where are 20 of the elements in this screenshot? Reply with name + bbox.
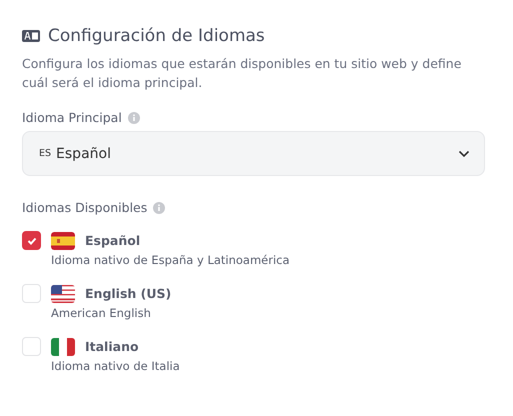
info-icon	[128, 112, 140, 124]
language-description: Idioma nativo de España y Latinoamérica	[51, 253, 291, 267]
chevron-down-icon	[458, 150, 470, 158]
section-title: Configuración de Idiomas	[48, 26, 265, 46]
field-label: Idiomas Disponibles	[22, 200, 148, 215]
language-select[interactable]: ES Español	[22, 131, 485, 176]
info-icon	[153, 202, 166, 214]
language-name: English (US)	[85, 286, 172, 301]
flag-icon	[51, 232, 75, 250]
language-name: Italiano	[85, 339, 140, 354]
flag-icon	[51, 284, 75, 302]
language-description: American English	[51, 306, 152, 320]
flag-icon	[51, 338, 75, 356]
section-description: Configura los idiomas que estarán disponibles en tu sitio web y define cuál será el idioma principal.	[22, 55, 462, 92]
language-description: Idioma nativo de Italia	[51, 359, 181, 373]
check-icon	[26, 236, 36, 244]
language-name: Español	[85, 233, 142, 248]
language-icon	[22, 30, 40, 42]
field-label: Idioma Principal	[22, 110, 122, 125]
checkbox[interactable]	[22, 231, 41, 250]
